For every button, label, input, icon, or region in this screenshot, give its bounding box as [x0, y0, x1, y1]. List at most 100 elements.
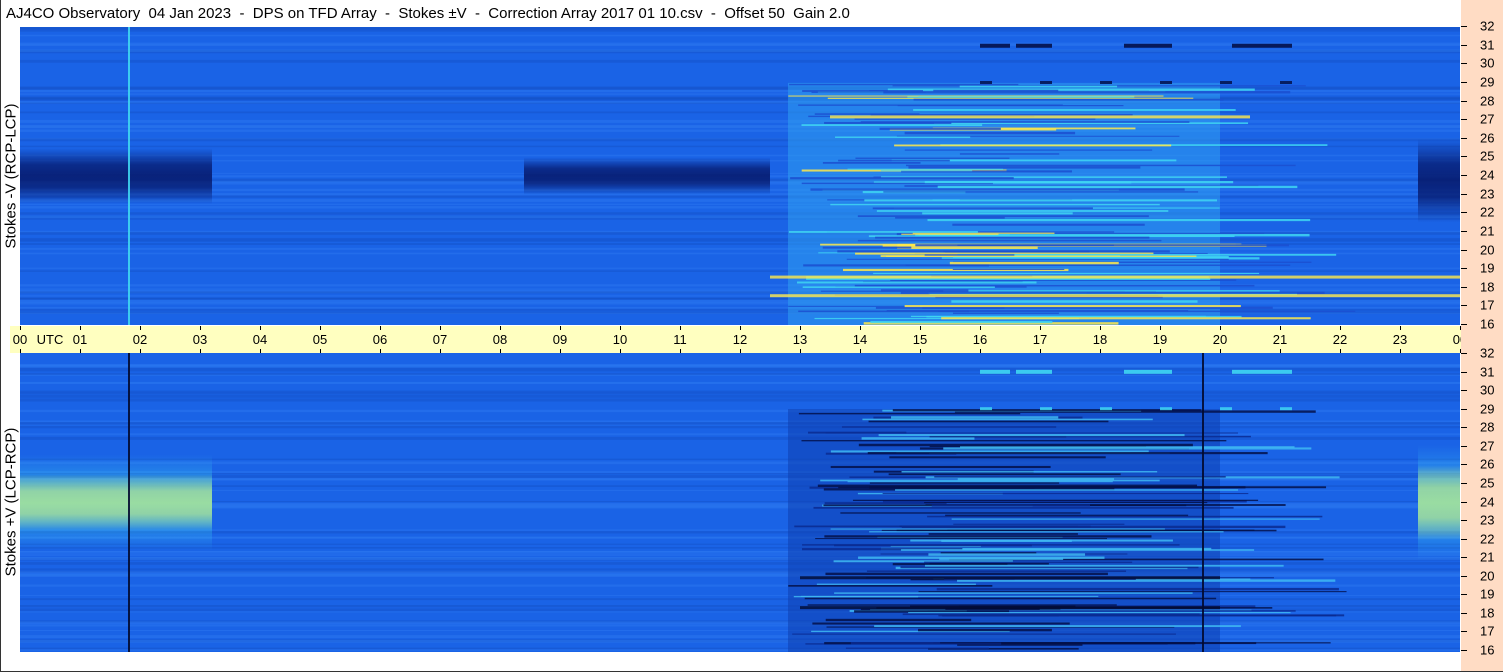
time-tick-label: 12: [732, 332, 748, 347]
texture-stripe: [20, 93, 1460, 95]
dark-streak: [807, 604, 1117, 606]
frequency-tick-label: 26: [1480, 130, 1495, 146]
frequency-tick-mark: [1461, 175, 1467, 176]
time-tick-mark: [980, 349, 981, 353]
dark-streak: [928, 553, 1086, 556]
bright-streak: [927, 219, 1311, 222]
dark-streak: [951, 518, 1320, 520]
time-tick-mark: [920, 349, 921, 353]
time-tick-mark: [1100, 326, 1101, 330]
time-tick-mark: [200, 349, 201, 353]
dark-streak: [794, 525, 1091, 528]
time-tick-label: 14: [852, 332, 868, 347]
time-tick-label: 15: [912, 332, 928, 347]
time-tick-label: 13: [792, 332, 808, 347]
frequency-tick-label: 20: [1480, 242, 1495, 257]
frequency-tick-mark: [1461, 390, 1467, 391]
bright-streak: [900, 291, 1325, 294]
time-tick-mark: [1220, 349, 1221, 353]
time-tick-label: 21: [1272, 332, 1288, 347]
dark-streak: [845, 647, 989, 649]
bright-streak: [857, 239, 1162, 242]
time-tick-mark: [320, 326, 321, 330]
dark-streak: [815, 538, 1108, 540]
bright-streak: [952, 268, 1065, 270]
dark-streak: [927, 515, 1323, 518]
time-tick-mark: [980, 326, 981, 330]
texture-stripe: [20, 366, 1460, 368]
texture-stripe: [20, 536, 1460, 539]
frequency-tick-mark: [1461, 63, 1467, 64]
dark-streak: [882, 493, 1249, 495]
dark-streak: [840, 512, 1081, 514]
time-tick-label: 00: [12, 332, 28, 347]
frequency-tick-mark: [1461, 194, 1467, 195]
dark-streak: [804, 597, 1217, 600]
frequency-tick-label: 30: [1480, 55, 1495, 71]
frequency-tick-mark: [1461, 268, 1467, 269]
dark-streak: [834, 592, 1193, 594]
bright-streak: [922, 212, 1073, 215]
bright-streak: [798, 310, 969, 313]
bright-streak: [855, 157, 1010, 159]
frequency-tick-label: 23: [1480, 512, 1495, 528]
dark-streak: [824, 535, 1152, 538]
frequency-tick-label: 17: [1480, 623, 1495, 639]
dark-streak: [918, 628, 1052, 632]
time-tick-mark: [680, 326, 681, 330]
bright-streak: [943, 290, 1280, 292]
texture-stripe: [20, 395, 1460, 398]
time-tick-mark: [1100, 349, 1101, 353]
top-dash-31mhz: [1124, 43, 1172, 48]
bright-streak: [864, 199, 1218, 202]
frequency-tick-mark: [1461, 26, 1467, 27]
frequency-tick-mark: [1461, 231, 1467, 232]
frequency-tick-label: 18: [1480, 279, 1495, 295]
bright-streak: [873, 272, 1260, 275]
time-tick-label: UTC: [36, 332, 64, 347]
texture-stripe: [20, 239, 1460, 242]
time-tick-mark: [620, 349, 621, 353]
bright-streak: [854, 284, 1255, 287]
time-tick-mark: [440, 326, 441, 330]
bright-streak: [876, 210, 1169, 212]
frequency-tick-label: 31: [1480, 37, 1495, 53]
dark-streak: [901, 471, 1158, 473]
time-tick-mark: [440, 349, 441, 353]
time-tick-label: 02: [132, 332, 148, 347]
texture-stripe: [20, 392, 1460, 395]
dark-streak: [918, 591, 1347, 593]
top-dash-29mhz: [1160, 81, 1172, 85]
frequency-tick-mark: [1461, 45, 1467, 46]
texture-stripe: [20, 215, 1460, 219]
bright-streak: [952, 312, 1059, 314]
time-tick-label: 19: [1152, 332, 1168, 347]
time-tick-mark: [680, 349, 681, 353]
frequency-tick-mark: [1461, 502, 1467, 503]
texture-stripe: [20, 472, 1460, 475]
dark-band: [20, 148, 212, 204]
frequency-tick-label: 23: [1480, 186, 1495, 202]
texture-stripe: [20, 49, 1460, 52]
bright-streak: [910, 315, 1206, 318]
time-tick-mark: [800, 349, 801, 353]
dark-streak: [802, 544, 1180, 546]
time-tick-label: 18: [1092, 332, 1108, 347]
time-tick-mark: [920, 326, 921, 330]
texture-stripe: [20, 97, 1460, 100]
frequency-tick-label: 25: [1480, 148, 1495, 164]
dark-streak: [895, 489, 1239, 491]
bright-streak: [951, 300, 1198, 303]
bright-streak: [949, 261, 1119, 265]
vertical-interference-line: [128, 353, 130, 652]
texture-stripe: [20, 647, 1460, 650]
time-tick-mark: [500, 326, 501, 330]
frequency-tick-label: 27: [1480, 438, 1495, 454]
texture-stripe: [20, 30, 1460, 32]
top-dash-31mhz: [980, 43, 1010, 48]
top-dash-29mhz: [1220, 81, 1232, 85]
dark-streak: [924, 561, 1133, 563]
texture-stripe: [20, 426, 1460, 429]
dark-streak: [792, 633, 1176, 635]
frequency-tick-label: 22: [1480, 204, 1495, 220]
